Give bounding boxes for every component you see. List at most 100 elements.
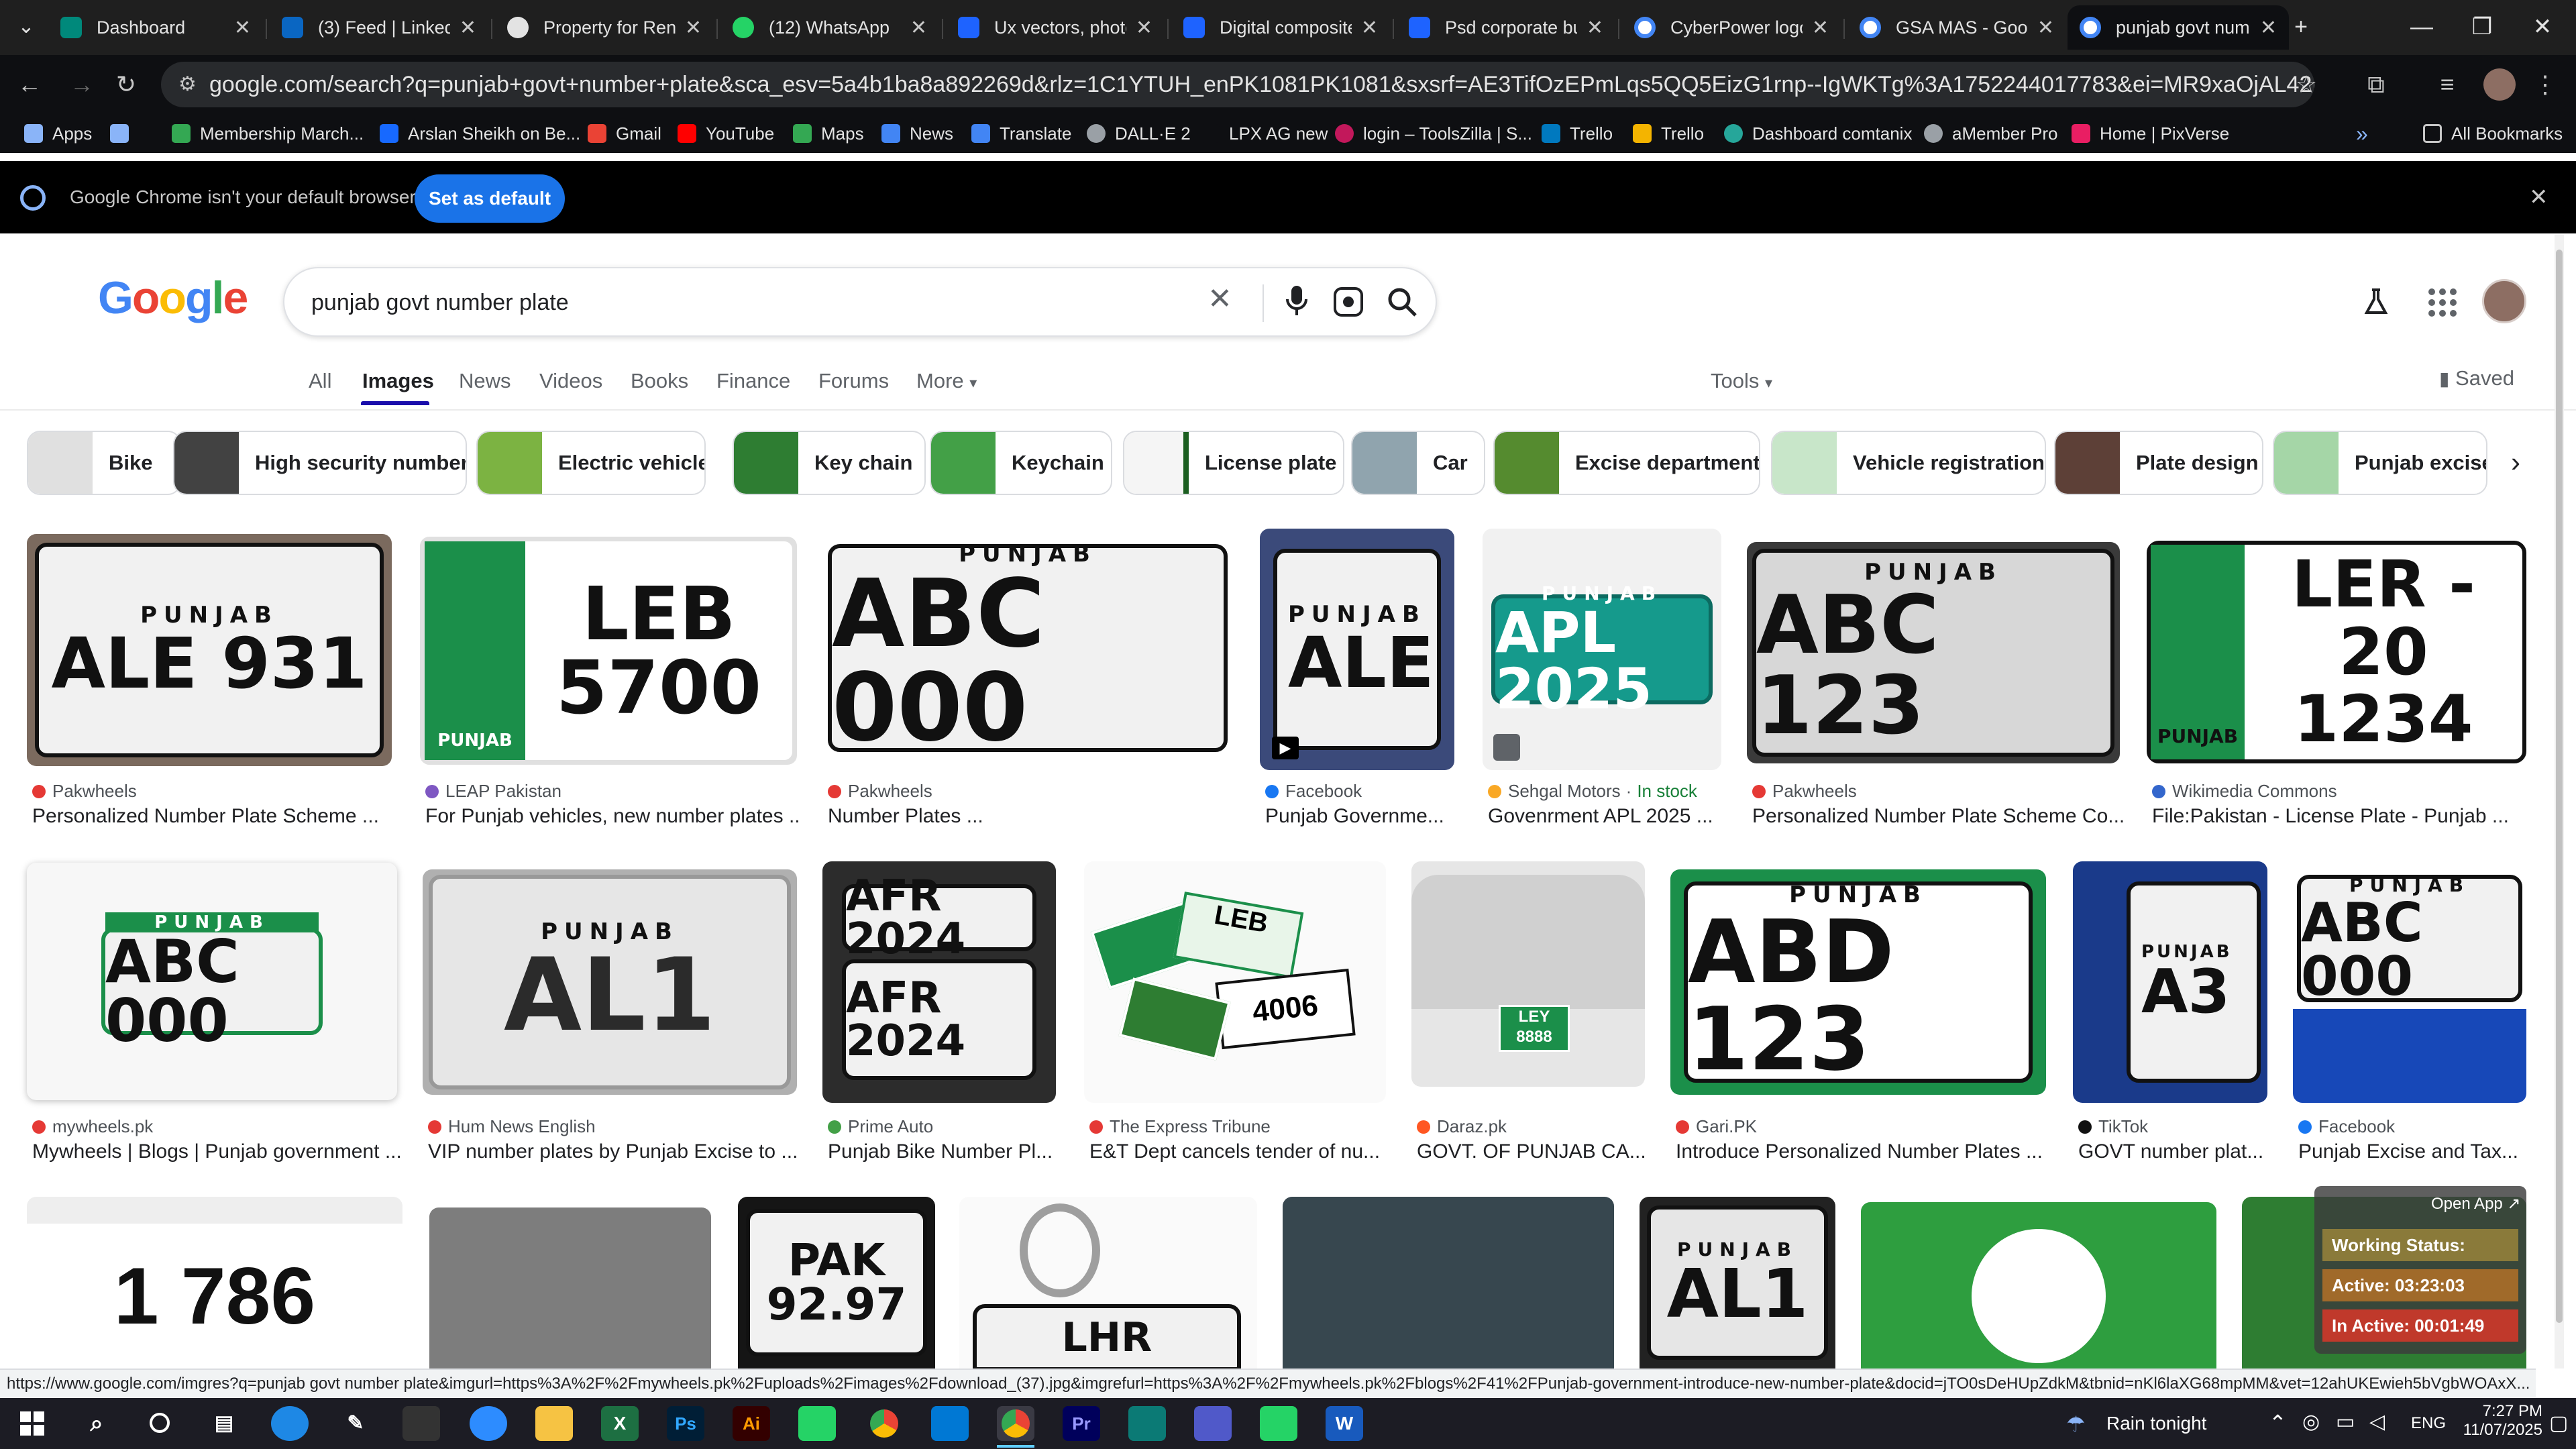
bookmark-translate[interactable]: Translate <box>971 121 1071 146</box>
tab-all[interactable]: All <box>309 369 331 393</box>
close-tab-icon[interactable]: ✕ <box>234 16 251 40</box>
lens-search-icon[interactable] <box>1332 286 1364 318</box>
chrome-app-icon[interactable] <box>865 1406 903 1441</box>
result-source[interactable]: Facebook <box>1265 781 1362 802</box>
tab-search-icon[interactable]: ⌄ <box>3 7 50 47</box>
weather-label[interactable]: Rain tonight <box>2106 1413 2206 1434</box>
search-icon[interactable] <box>1385 284 1419 319</box>
task-view-icon[interactable]: ▤ <box>205 1406 243 1441</box>
result-caption[interactable]: Personalized Number Plate Scheme ... <box>32 805 394 828</box>
bookmark-amember[interactable]: aMember Pro <box>1924 121 2058 146</box>
chrome-menu-icon[interactable]: ⋮ <box>2528 67 2563 102</box>
bookmark-toolszilla[interactable]: login – ToolsZilla | S... <box>1335 121 1532 146</box>
bookmark-apps[interactable]: Apps <box>24 121 92 146</box>
meet-now-icon[interactable]: ◎ <box>2302 1410 2320 1434</box>
scrollbar-thumb[interactable] <box>2556 250 2563 1323</box>
tab-images[interactable]: Images <box>362 369 434 393</box>
windows-start-icon[interactable] <box>13 1406 51 1441</box>
labs-flask-icon[interactable] <box>2361 287 2391 317</box>
result-image[interactable]: LHR <box>959 1197 1257 1368</box>
all-bookmarks-button[interactable]: All Bookmarks <box>2423 121 2563 146</box>
tab-more[interactable]: More ▾ <box>916 369 977 393</box>
taskbar-search-icon[interactable]: ⌕ <box>78 1406 115 1441</box>
result-image[interactable]: PUNJAB ALE 931 <box>27 534 392 766</box>
clear-search-icon[interactable]: ✕ <box>1208 282 1232 316</box>
search-box[interactable]: punjab govt number plate ✕ <box>283 267 1437 337</box>
result-image[interactable]: PUNJAB LEB 5700 <box>420 537 797 765</box>
result-source[interactable]: LEAP Pakistan <box>425 781 561 802</box>
result-image[interactable] <box>1861 1202 2216 1368</box>
tab-finance[interactable]: Finance <box>716 369 790 393</box>
reading-list-icon[interactable]: ≡ <box>2430 67 2465 102</box>
voice-search-icon[interactable] <box>1284 283 1309 319</box>
saved-button[interactable]: ▮ Saved <box>2439 366 2514 390</box>
tab-cyberpower[interactable]: CyberPower logo ✕ <box>1622 5 1841 50</box>
bookmark-lpx[interactable]: LPX AG new <box>1201 121 1328 146</box>
chip-keychain[interactable]: Keychain <box>930 431 1112 495</box>
result-caption[interactable]: Govenrment APL 2025 ... <box>1488 805 1727 828</box>
result-image[interactable]: 1 786 <box>27 1197 402 1368</box>
app-icon[interactable] <box>1128 1406 1166 1441</box>
teams-app-icon[interactable] <box>1194 1406 1232 1441</box>
tab-gsa-mas[interactable]: GSA MAS - Google ✕ <box>1847 5 2066 50</box>
result-caption[interactable]: VIP number plates by Punjab Excise to ..… <box>428 1140 802 1163</box>
forward-arrow-icon[interactable]: → <box>64 67 99 102</box>
chip-key-chain[interactable]: Key chain <box>733 431 926 495</box>
excel-app-icon[interactable]: X <box>601 1406 639 1441</box>
search-input[interactable]: punjab govt number plate <box>311 290 569 316</box>
tab-news[interactable]: News <box>459 369 511 393</box>
address-bar[interactable]: ⚙ google.com/search?q=punjab+govt+number… <box>161 62 2314 107</box>
result-image[interactable]: AFR 2024 AFR 2024 <box>822 861 1056 1103</box>
result-source[interactable]: Wikimedia Commons <box>2152 781 2337 802</box>
chip-plate-design[interactable]: Plate design <box>2054 431 2263 495</box>
close-tab-icon[interactable]: ✕ <box>2037 16 2054 40</box>
site-info-icon[interactable]: ⚙ <box>178 62 197 107</box>
chip-bike[interactable]: Bike <box>27 431 181 495</box>
open-app-link[interactable]: Open App ↗ <box>2431 1194 2521 1214</box>
zoom-app-icon[interactable] <box>470 1406 507 1441</box>
result-image[interactable]: PUNJAB ABC 000 <box>822 530 1233 766</box>
result-image[interactable]: PUNJAB ABC 000 <box>27 863 397 1100</box>
chip-vehicle-registration[interactable]: Vehicle registration <box>1771 431 2046 495</box>
bookmark-trello-2[interactable]: Trello <box>1633 121 1704 146</box>
clock[interactable]: 7:27 PM 11/07/2025 <box>2455 1402 2542 1440</box>
whatsapp-business-app-icon[interactable] <box>1260 1406 1297 1441</box>
terminal-app-icon[interactable] <box>402 1406 440 1441</box>
bookmark-behance[interactable]: Arslan Sheikh on Be... <box>380 121 580 146</box>
vscode-app-icon[interactable] <box>931 1406 969 1441</box>
close-tab-icon[interactable]: ✕ <box>685 16 702 40</box>
notifications-icon[interactable]: ▢ <box>2549 1411 2568 1435</box>
result-image[interactable]: PUNJAB ALE ▶ <box>1260 529 1454 770</box>
restore-button[interactable]: ❐ <box>2455 7 2509 47</box>
bookmark-grid[interactable] <box>110 121 138 146</box>
close-tab-icon[interactable]: ✕ <box>1812 16 1829 40</box>
result-source[interactable]: mywheels.pk <box>32 1116 153 1137</box>
bookmark-trello[interactable]: Trello <box>1542 121 1613 146</box>
tab-dashboard[interactable]: Dashboard ✕ <box>48 5 263 50</box>
bookmark-star-icon[interactable]: ☆ <box>2289 67 2324 102</box>
language-indicator[interactable]: ENG <box>2411 1414 2446 1433</box>
tab-whatsapp[interactable]: (12) WhatsApp ✕ <box>720 5 939 50</box>
result-image[interactable]: PUNJAB ABC 123 <box>1747 542 2120 763</box>
chip-electric-vehicles[interactable]: Electric vehicles <box>476 431 706 495</box>
more-bookmarks-chevron-icon[interactable]: » <box>2356 121 2368 146</box>
rain-weather-icon[interactable]: ☂ <box>2066 1411 2093 1436</box>
tab-linkedin[interactable]: (3) Feed | LinkedIn ✕ <box>270 5 488 50</box>
chrome-active-app-icon[interactable] <box>997 1406 1034 1441</box>
google-account-avatar[interactable] <box>2482 279 2526 323</box>
result-source[interactable]: Prime Auto <box>828 1116 933 1137</box>
photoshop-app-icon[interactable]: Ps <box>667 1406 704 1441</box>
result-caption[interactable]: Personalized Number Plate Scheme Co... <box>1752 805 2125 828</box>
result-image[interactable]: PUNJAB AL1 <box>423 869 797 1095</box>
result-source[interactable]: The Express Tribune <box>1089 1116 1271 1137</box>
show-hidden-icons-chevron-icon[interactable]: ⌃ <box>2269 1410 2287 1436</box>
result-image[interactable]: PUNJAB ABD 123 <box>1670 869 2046 1095</box>
result-caption[interactable]: GOVT number plat... <box>2078 1140 2273 1163</box>
cortana-icon[interactable] <box>141 1406 178 1441</box>
pen-app-icon[interactable]: ✎ <box>337 1406 374 1441</box>
premiere-app-icon[interactable]: Pr <box>1063 1406 1100 1441</box>
tab-property[interactable]: Property for Rent ✕ <box>495 5 714 50</box>
chip-punjab-excise[interactable]: Punjab excise <box>2273 431 2487 495</box>
close-tab-icon[interactable]: ✕ <box>910 16 927 40</box>
result-caption[interactable]: Introduce Personalized Number Plates ... <box>1676 1140 2051 1163</box>
